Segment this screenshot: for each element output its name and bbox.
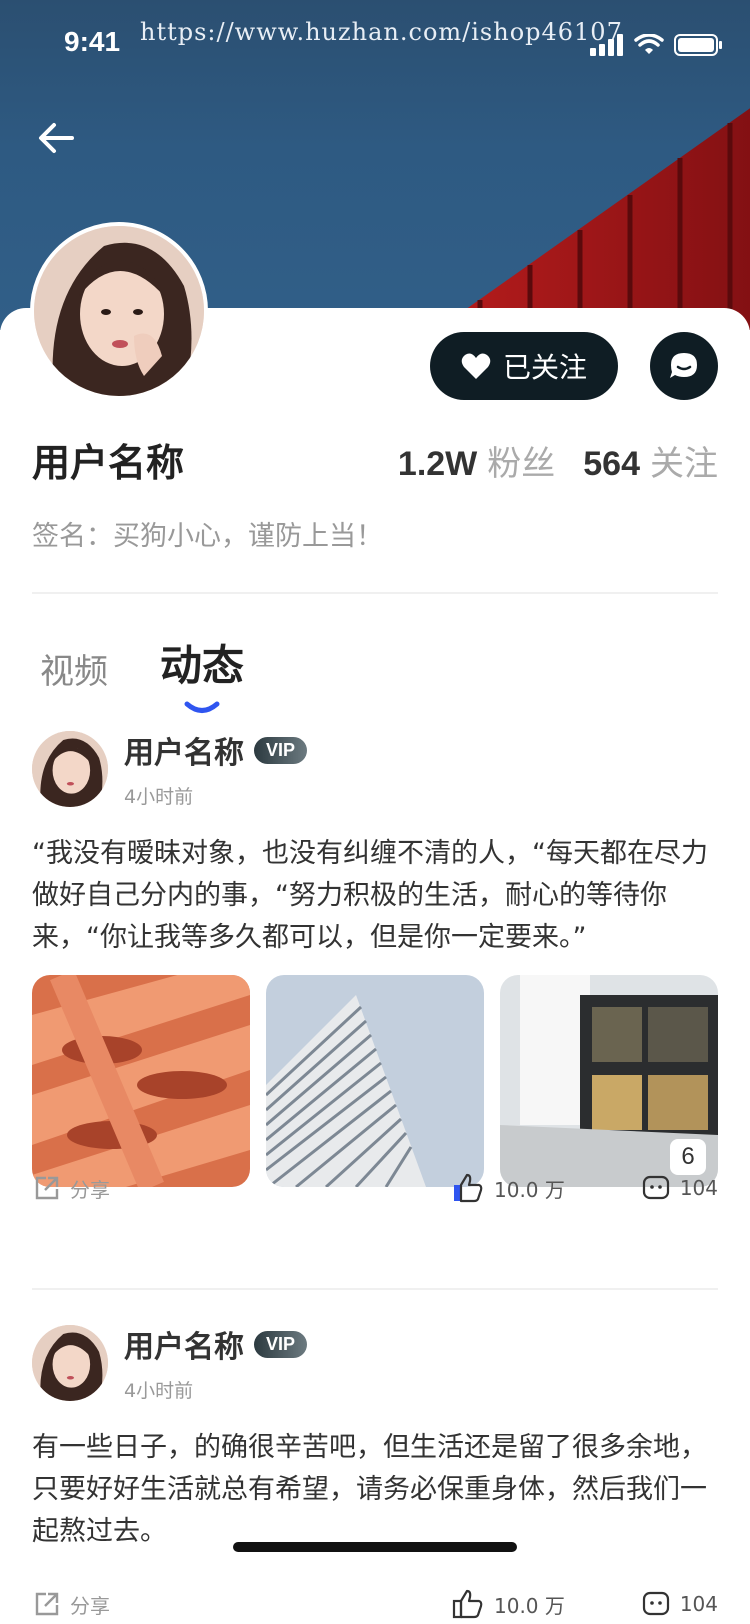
post-image[interactable] [32, 975, 250, 1187]
followers-count[interactable]: 1.2W [398, 445, 477, 484]
share-button[interactable]: 分享 [34, 1590, 110, 1619]
avatar-portrait [34, 226, 204, 396]
post-text: “我没有暧昧对象，也没有纠缠不清的人，“每天都在尽力做好自己分内的事，“努力积极… [32, 838, 708, 953]
tab-video[interactable]: 视频 [40, 644, 108, 693]
post-image[interactable]: 6 [500, 975, 718, 1187]
heart-icon [461, 353, 491, 379]
like-button[interactable]: 10.0 万 [452, 1589, 565, 1619]
post-author-avatar[interactable] [32, 730, 108, 807]
like-count: 10.0 万 [494, 1593, 565, 1618]
post-meta: 用户名称 VIP 4小时前 [124, 728, 308, 809]
chat-bubble-icon [670, 353, 697, 378]
like-button[interactable]: 10.0 万 [452, 1173, 565, 1203]
share-icon [35, 1176, 59, 1200]
cover-photo-stripes [436, 108, 750, 330]
post-header: 用户名称 VIP 4小时前 [32, 1322, 718, 1403]
post-time: 4小时前 [124, 1380, 194, 1402]
vip-badge: VIP [254, 1330, 308, 1358]
post-card[interactable]: 用户名称 VIP 4小时前 有一些日子，的确很辛苦吧，但生活还是留了很多余地，只… [32, 1322, 718, 1619]
share-icon [35, 1592, 59, 1616]
avatar-portrait [32, 1324, 108, 1401]
post-actions: 分享 10.0 万 104 [32, 1168, 718, 1208]
profile-signature: 签名：买狗小心，谨防上当！ [32, 521, 383, 552]
comment-button[interactable]: 104 [642, 1174, 718, 1202]
following-label[interactable]: 关注 [650, 436, 718, 485]
active-tab-indicator [184, 701, 220, 713]
post-meta: 用户名称 VIP 4小时前 [124, 1322, 308, 1403]
home-indicator[interactable] [233, 1542, 517, 1552]
battery-icon [674, 34, 722, 56]
comment-icon [642, 1175, 669, 1200]
comment-count: 104 [679, 1592, 718, 1616]
thumbs-up-icon [452, 1589, 483, 1619]
post-images: 6 [32, 975, 718, 1187]
comment-count: 104 [679, 1176, 718, 1200]
share-button[interactable]: 分享 [34, 1174, 110, 1203]
post-author-avatar[interactable] [32, 1324, 108, 1401]
profile-stats: 1.2W 粉丝 564 关注 [398, 436, 718, 485]
status-bar: 9:41 https://www.huzhan.com/ishop46107 [0, 0, 750, 90]
follow-button[interactable]: 已关注 [430, 332, 618, 400]
post-header: 用户名称 VIP 4小时前 [32, 728, 718, 809]
wifi-icon [634, 34, 664, 54]
comment-button[interactable]: 104 [642, 1590, 718, 1618]
post-divider [32, 1288, 718, 1290]
share-label: 分享 [70, 1593, 110, 1618]
tab-moments-label: 动态 [160, 641, 245, 690]
comment-icon [642, 1591, 669, 1616]
post-image[interactable] [266, 975, 484, 1187]
tab-moments[interactable]: 动态 [160, 632, 245, 713]
post-time: 4小时前 [124, 786, 194, 808]
post-name-row: 用户名称 VIP [124, 1322, 308, 1366]
followers-label[interactable]: 粉丝 [487, 436, 555, 485]
architecture-photo-orange [32, 975, 250, 1187]
content-tabs: 视频 动态 [40, 632, 245, 713]
architecture-photo-tower [266, 975, 484, 1187]
profile-username: 用户名称 [32, 441, 185, 485]
post-author-name[interactable]: 用户名称 [124, 728, 244, 772]
like-count: 10.0 万 [494, 1177, 565, 1202]
avatar-portrait [32, 730, 108, 807]
post-text: 有一些日子，的确很辛苦吧，但生活还是留了很多余地，只要好好生活就总有希望，请务必… [32, 1432, 707, 1547]
status-icons [590, 34, 722, 56]
signal-icon [590, 34, 623, 56]
profile-avatar[interactable] [30, 222, 208, 400]
post-actions: 分享 10.0 万 104 [32, 1584, 718, 1624]
post-card[interactable]: 用户名称 VIP 4小时前 “我没有暧昧对象，也没有纠缠不清的人，“每天都在尽力… [32, 728, 718, 1203]
status-time: 9:41 [64, 26, 121, 57]
thumbs-up-icon [454, 1173, 483, 1203]
vip-badge: VIP [254, 736, 308, 764]
post-author-name[interactable]: 用户名称 [124, 1322, 244, 1366]
following-count[interactable]: 564 [583, 445, 640, 484]
message-button[interactable] [650, 332, 718, 400]
post-name-row: 用户名称 VIP [124, 728, 308, 772]
section-divider [32, 592, 718, 594]
back-arrow-icon[interactable] [36, 118, 76, 158]
follow-label: 已关注 [502, 351, 587, 384]
share-label: 分享 [70, 1177, 110, 1202]
watermark-url: https://www.huzhan.com/ishop46107 [140, 18, 623, 46]
